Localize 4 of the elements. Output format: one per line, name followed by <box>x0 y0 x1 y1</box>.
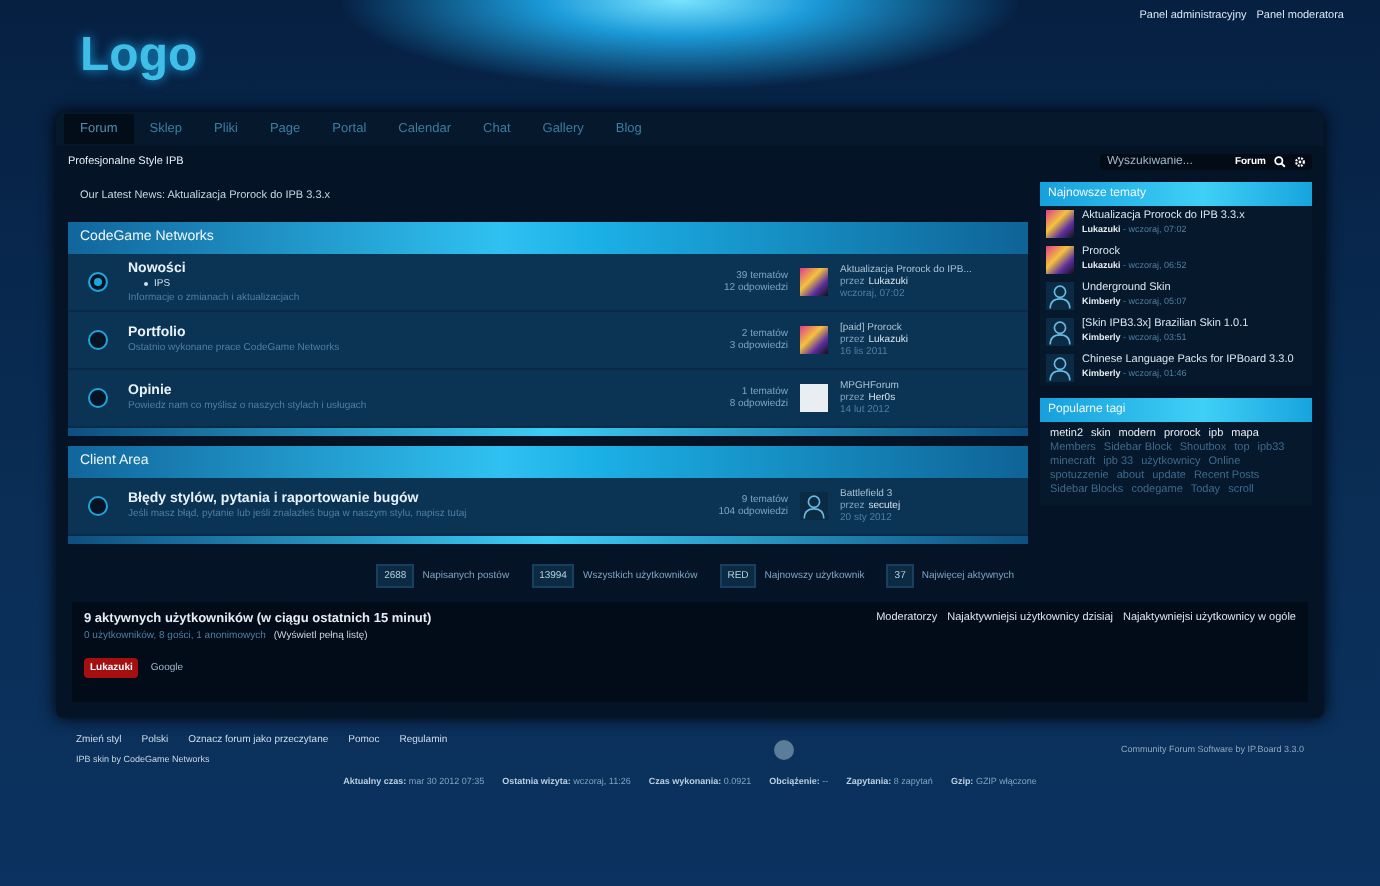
back-to-top-button[interactable] <box>774 739 795 759</box>
logo[interactable]: Logo <box>80 0 198 104</box>
settings-icon[interactable] <box>1294 156 1306 168</box>
search-icon[interactable] <box>1274 156 1286 168</box>
